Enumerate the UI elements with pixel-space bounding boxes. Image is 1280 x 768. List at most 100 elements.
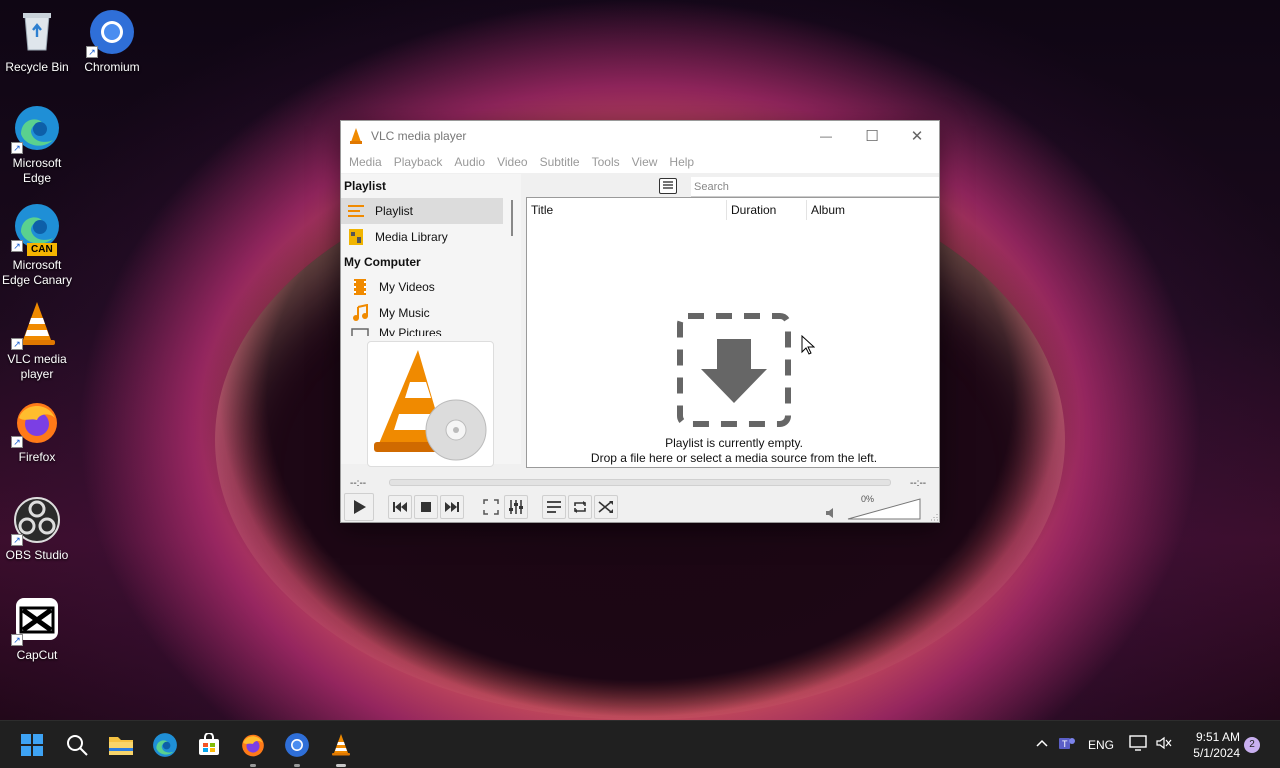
close-button[interactable]: ✕ [894, 121, 940, 151]
desktop-icon-obs[interactable]: ↗ OBS Studio [0, 496, 76, 563]
empty-message-line1: Playlist is currently empty. [665, 436, 803, 450]
notification-badge[interactable]: 2 [1244, 737, 1260, 753]
extended-settings-button[interactable] [504, 495, 528, 519]
play-button[interactable] [344, 493, 374, 521]
list-view-icon [663, 181, 673, 189]
desktop-icon-label: Firefox [18, 450, 56, 464]
sidebar-item-my-videos[interactable]: My Videos [341, 274, 521, 300]
search-input[interactable]: Search [691, 177, 939, 197]
menu-audio[interactable]: Audio [448, 155, 491, 169]
sidebar-item-media-library[interactable]: Media Library [341, 224, 521, 250]
language-indicator[interactable]: ENG [1088, 738, 1114, 752]
monitor-icon[interactable] [1129, 735, 1147, 751]
sidebar-item-my-pictures[interactable]: My Pictures [341, 326, 521, 336]
stop-icon [421, 502, 431, 512]
firefox-icon: ↗ [11, 398, 61, 448]
windows-start-icon [21, 734, 43, 756]
desktop-icon-edge-canary[interactable]: ↗ CAN Microsoft Edge Canary [0, 202, 76, 288]
maximize-icon: ☐ [865, 128, 879, 145]
desktop-icon-label: Chromium [84, 60, 140, 74]
next-button[interactable] [440, 495, 464, 519]
playlist-view[interactable]: Title Duration Album Playlist is current… [526, 197, 940, 468]
resize-grip-icon[interactable] [929, 512, 938, 521]
minimize-button[interactable]: — [803, 121, 849, 151]
sidebar-item-playlist[interactable]: Playlist [341, 198, 503, 224]
menu-video[interactable]: Video [491, 155, 533, 169]
taskbar-file-explorer[interactable] [105, 729, 137, 761]
menu-view[interactable]: View [626, 155, 664, 169]
maximize-button[interactable]: ☐ [849, 121, 895, 151]
vlc-icon [332, 734, 350, 756]
sidebar-header-my-computer: My Computer [344, 255, 421, 269]
clock[interactable]: 9:51 AM 5/1/2024 [1184, 729, 1240, 761]
sidebar-item-label: Media Library [375, 230, 448, 244]
taskbar-store[interactable] [193, 729, 225, 761]
column-album[interactable]: Album [811, 203, 845, 217]
column-title[interactable]: Title [531, 203, 553, 217]
taskbar: T ENG 9:51 AM 5/1/2024 2 [0, 720, 1280, 768]
clock-time: 9:51 AM [1195, 730, 1240, 744]
taskbar-edge[interactable] [149, 729, 181, 761]
toggle-playlist-button[interactable] [542, 495, 566, 519]
seek-slider[interactable] [389, 479, 891, 486]
volume-muted-icon[interactable] [1156, 736, 1172, 750]
menu-playback[interactable]: Playback [388, 155, 449, 169]
vlc-window: VLC media player — ☐ ✕ Media Playback Au… [340, 120, 940, 523]
column-duration[interactable]: Duration [731, 203, 776, 217]
sidebar-scrollbar[interactable] [511, 200, 513, 236]
loop-button[interactable] [568, 495, 592, 519]
empty-playlist-message: Playlist is currently empty. Drop a file… [527, 436, 941, 466]
sidebar-item-label: My Videos [379, 280, 435, 294]
skip-back-icon [393, 502, 407, 512]
film-icon [354, 279, 366, 295]
desktop-icon-chromium[interactable]: ↗ Chromium [73, 8, 151, 75]
start-button[interactable] [16, 729, 48, 761]
menu-tools[interactable]: Tools [586, 155, 626, 169]
desktop-icon-label: Microsoft Edge [12, 156, 62, 185]
edge-icon: ↗ [11, 104, 61, 154]
speaker-icon[interactable] [825, 507, 837, 519]
svg-text:T: T [1062, 739, 1068, 749]
stop-button[interactable] [414, 495, 438, 519]
fullscreen-button[interactable] [479, 495, 503, 519]
obs-icon: ↗ [11, 496, 61, 546]
menu-media[interactable]: Media [343, 155, 388, 169]
total-time: --:-- [910, 478, 927, 489]
store-icon [199, 733, 219, 755]
taskbar-search-button[interactable] [61, 729, 93, 761]
vlc-cone-art-icon [374, 350, 487, 461]
desktop-icon-label: Microsoft Edge Canary [1, 258, 73, 287]
picture-icon [351, 328, 369, 336]
seek-bar-area: --:-- --:-- [341, 473, 941, 491]
taskbar-vlc[interactable] [325, 729, 357, 767]
vlc-logo-icon [350, 128, 362, 144]
previous-button[interactable] [388, 495, 412, 519]
playlist-view-toggle[interactable] [659, 178, 677, 194]
sidebar-item-my-music[interactable]: My Music [341, 300, 521, 326]
taskbar-firefox[interactable] [237, 729, 269, 767]
title-bar[interactable]: VLC media player — ☐ ✕ [341, 121, 939, 151]
edge-icon [153, 733, 177, 757]
desktop-icon-capcut[interactable]: ↗ CapCut [0, 596, 76, 663]
capcut-icon: ↗ [11, 596, 61, 646]
skip-forward-icon [445, 502, 459, 512]
menu-subtitle[interactable]: Subtitle [534, 155, 586, 169]
clock-date: 5/1/2024 [1193, 746, 1240, 760]
desktop-icon-label: VLC media player [7, 352, 67, 381]
close-icon: ✕ [910, 128, 924, 145]
shuffle-button[interactable] [594, 495, 618, 519]
desktop-icon-recycle-bin[interactable]: Recycle Bin [0, 8, 76, 75]
empty-message-line2: Drop a file here or select a media sourc… [590, 451, 878, 465]
menu-help[interactable]: Help [663, 155, 700, 169]
desktop-icon-edge[interactable]: ↗ Microsoft Edge [0, 104, 76, 186]
taskbar-chromium[interactable] [281, 729, 313, 767]
minimize-icon: — [820, 129, 832, 143]
volume-slider[interactable]: 0% [847, 494, 922, 521]
sidebar-item-label: My Music [379, 306, 430, 320]
show-hidden-icons-chevron-icon[interactable] [1036, 739, 1048, 747]
teams-icon[interactable]: T [1058, 735, 1076, 751]
file-explorer-icon [109, 737, 133, 755]
sidebar-item-label: Playlist [375, 204, 414, 218]
desktop-icon-firefox[interactable]: ↗ Firefox [0, 398, 76, 465]
desktop-icon-vlc[interactable]: ↗ VLC media player [0, 300, 76, 382]
